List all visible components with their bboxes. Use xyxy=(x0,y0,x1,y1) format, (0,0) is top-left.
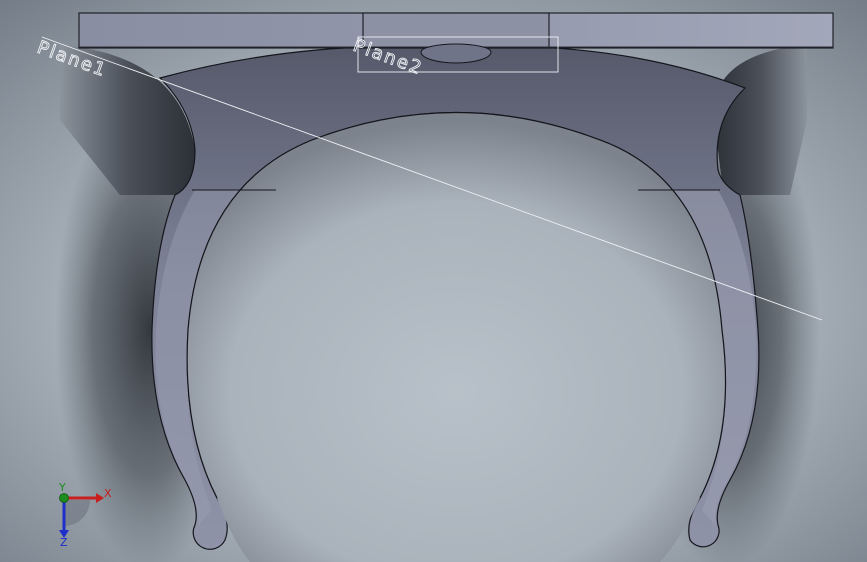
x-axis-label: X xyxy=(104,487,112,500)
inner-bore xyxy=(187,112,726,562)
top-plate-center-face xyxy=(362,12,550,49)
z-axis-label: Z xyxy=(60,536,68,549)
y-axis-dot xyxy=(59,493,69,503)
mounting-hole[interactable] xyxy=(420,43,492,64)
graphics-viewport[interactable]: Plane1 Plane2 X Y Z xyxy=(0,0,867,562)
y-axis-label: Y xyxy=(58,481,66,494)
